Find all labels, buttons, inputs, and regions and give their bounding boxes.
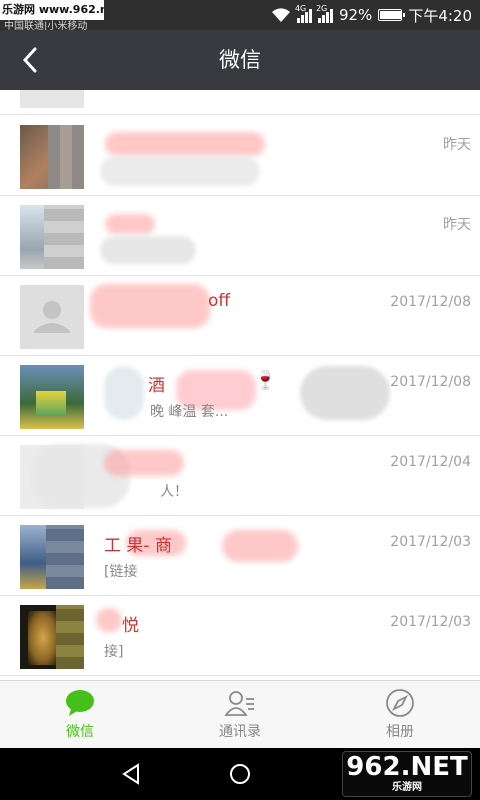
default-avatar-icon bbox=[34, 301, 70, 333]
tab-label: 相册 bbox=[386, 724, 414, 740]
conversation-item[interactable]: 昨天 bbox=[0, 116, 480, 196]
system-nav-bar: 962.NET 乐游网 bbox=[0, 748, 480, 800]
conversation-item[interactable] bbox=[0, 90, 480, 115]
avatar bbox=[20, 205, 84, 269]
status-bar: 乐游网 www.962.net 中国联通|小米移动 4G 2G 92% 下午4:… bbox=[0, 0, 480, 32]
tab-label: 微信 bbox=[66, 724, 94, 740]
tab-label: 通讯录 bbox=[219, 724, 261, 740]
avatar bbox=[20, 285, 84, 349]
wifi-icon bbox=[271, 8, 290, 22]
brand-watermark: 962.NET 乐游网 bbox=[342, 751, 472, 797]
tab-bar: 微信 通讯录 相册 bbox=[0, 680, 480, 748]
wine-glass-icon: 🍷 bbox=[254, 370, 277, 391]
clock: 下午4:20 bbox=[408, 6, 472, 25]
conversation-item[interactable]: 酒 晚 峰温 套... 🍷 2017/12/08 bbox=[0, 356, 480, 436]
avatar bbox=[20, 605, 84, 669]
conversation-list[interactable]: 昨天 昨天 off 2017/12/08 酒 晚 峰温 套... 🍷 2017/… bbox=[0, 90, 480, 680]
page-title: 微信 bbox=[219, 48, 261, 72]
avatar bbox=[20, 525, 84, 589]
avatar bbox=[20, 125, 84, 189]
tab-wechat[interactable]: 微信 bbox=[0, 681, 160, 749]
signal-2-icon: 2G bbox=[316, 4, 333, 23]
battery-icon bbox=[378, 9, 406, 21]
avatar bbox=[20, 365, 84, 429]
tab-contacts[interactable]: 通讯录 bbox=[160, 681, 320, 749]
contacts-icon bbox=[224, 691, 254, 716]
conversation-item[interactable]: 悦 接] 2017/12/03 bbox=[0, 596, 480, 676]
chat-bubble-icon bbox=[66, 690, 94, 716]
status-icons: 4G 2G 92% 下午4:20 bbox=[271, 4, 472, 26]
avatar bbox=[20, 90, 84, 108]
home-circle-icon[interactable] bbox=[228, 762, 252, 786]
conversation-item[interactable]: off 2017/12/08 bbox=[0, 276, 480, 356]
conversation-item[interactable]: 工 果- 商 [链接 2017/12/03 bbox=[0, 516, 480, 596]
back-triangle-icon[interactable] bbox=[120, 762, 144, 786]
battery-percent: 92% bbox=[338, 6, 373, 24]
compass-icon bbox=[386, 689, 414, 717]
conversation-item[interactable]: 昨天 bbox=[0, 196, 480, 276]
tab-album[interactable]: 相册 bbox=[320, 681, 480, 749]
title-bar: 微信 bbox=[0, 30, 480, 90]
signal-1-icon: 4G bbox=[295, 4, 312, 23]
conversation-item[interactable]: 人！ 2017/12/04 bbox=[0, 436, 480, 516]
